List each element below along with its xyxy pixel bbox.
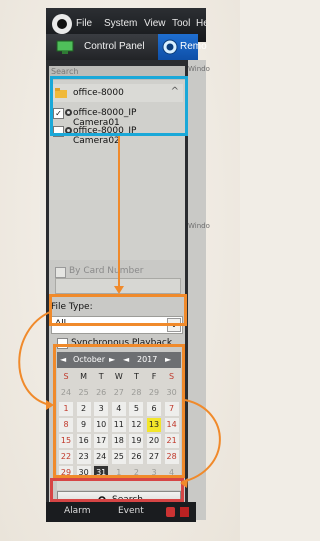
arrow-curve-left [18, 311, 51, 406]
annotation-arrows [18, 136, 221, 488]
arrow-head [114, 286, 124, 294]
app-screenshot: File System View Tool He Control Panel R… [0, 0, 240, 541]
arrow-head [46, 400, 54, 410]
arrow-curve-right [181, 399, 221, 483]
arrow-head [180, 478, 188, 488]
